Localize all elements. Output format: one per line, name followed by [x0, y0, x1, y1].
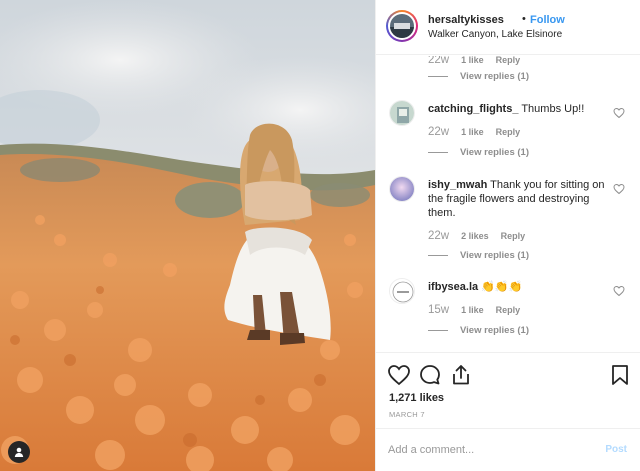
comments-list[interactable]: 22w 1 like Reply View replies (1) catchi… — [376, 56, 640, 351]
view-replies-label: View replies (1) — [460, 147, 529, 158]
comment-body: 👏👏👏 — [481, 281, 523, 293]
follow-button[interactable]: Follow — [530, 14, 565, 26]
post-header: hersaltykisses • Follow Walker Canyon, L… — [376, 0, 640, 55]
comment-time: 15w — [428, 304, 450, 316]
comment-time: 22w — [428, 230, 450, 242]
author-avatar-image — [390, 14, 414, 38]
comment-time: 22w — [428, 126, 450, 138]
view-replies-button[interactable]: View replies (1) — [428, 71, 529, 82]
view-replies-line — [428, 76, 448, 77]
author-avatar[interactable] — [386, 10, 418, 42]
post-comment-button[interactable]: Post — [605, 444, 627, 455]
commenter-avatar-image — [390, 101, 414, 125]
commenter-avatar[interactable] — [389, 176, 415, 202]
header-separator: • — [522, 13, 526, 25]
view-replies-line — [428, 330, 448, 331]
comment-like-heart-icon[interactable] — [613, 285, 625, 297]
view-replies-label: View replies (1) — [460, 71, 529, 82]
commenter-username[interactable]: catching_flights_ — [428, 103, 518, 115]
comment-likes[interactable]: 2 likes — [461, 231, 489, 241]
comment-likes[interactable]: 1 like — [461, 127, 484, 137]
likes-count[interactable]: 1,271 likes — [389, 392, 444, 404]
post-date: MARCH 7 — [389, 410, 425, 419]
view-replies-label: View replies (1) — [460, 325, 529, 336]
post-location[interactable]: Walker Canyon, Lake Elsinore — [428, 29, 562, 40]
commenter-username[interactable]: ifbysea.la — [428, 281, 478, 293]
comment-text: ishy_mwah Thank you for sitting on the f… — [428, 178, 608, 220]
user-tag-button[interactable] — [8, 441, 30, 463]
commenter-username[interactable]: ishy_mwah — [428, 179, 487, 191]
view-replies-button[interactable]: View replies (1) — [428, 250, 529, 261]
comment-meta: 22w 1 like Reply — [428, 126, 532, 138]
comment-meta: 22w 2 likes Reply — [428, 230, 537, 242]
comment-likes[interactable]: 1 like — [461, 305, 484, 315]
comment-body: Thumbs Up!! — [521, 103, 585, 115]
reply-button[interactable]: Reply — [496, 127, 521, 137]
comment-meta: 15w 1 like Reply — [428, 304, 532, 316]
comment-like-heart-icon[interactable] — [613, 183, 625, 195]
comment-meta: 22w 1 like Reply — [428, 56, 532, 66]
reply-button[interactable]: Reply — [496, 56, 521, 65]
post-side-panel: hersaltykisses • Follow Walker Canyon, L… — [375, 0, 640, 471]
comment-like-heart-icon[interactable] — [613, 107, 625, 119]
heart-icon[interactable] — [387, 363, 411, 387]
view-replies-button[interactable]: View replies (1) — [428, 147, 529, 158]
user-tag-icon — [14, 447, 24, 457]
post-photo[interactable] — [0, 0, 375, 471]
author-username[interactable]: hersaltykisses — [428, 14, 504, 26]
commenter-avatar-image — [390, 177, 414, 201]
view-replies-label: View replies (1) — [460, 250, 529, 261]
commenter-avatar-image — [390, 279, 414, 303]
post-actions-bar: 1,271 likes MARCH 7 — [376, 352, 640, 428]
comment-bubble-icon[interactable] — [418, 363, 442, 387]
view-replies-line — [428, 152, 448, 153]
comment-text: catching_flights_ Thumbs Up!! — [428, 102, 608, 116]
add-comment-section: Post — [376, 428, 640, 471]
comment-text: ifbysea.la 👏👏👏 — [428, 280, 608, 294]
poppy-field-photo — [0, 0, 375, 471]
bookmark-icon[interactable] — [608, 363, 632, 387]
view-replies-line — [428, 255, 448, 256]
commenter-avatar[interactable] — [389, 100, 415, 126]
reply-button[interactable]: Reply — [496, 305, 521, 315]
view-replies-button[interactable]: View replies (1) — [428, 325, 529, 336]
add-comment-input[interactable] — [388, 442, 588, 458]
commenter-avatar[interactable] — [389, 278, 415, 304]
reply-button[interactable]: Reply — [501, 231, 526, 241]
comment-time: 22w — [428, 56, 450, 66]
share-icon[interactable] — [449, 363, 473, 387]
comment-likes[interactable]: 1 like — [461, 56, 484, 65]
